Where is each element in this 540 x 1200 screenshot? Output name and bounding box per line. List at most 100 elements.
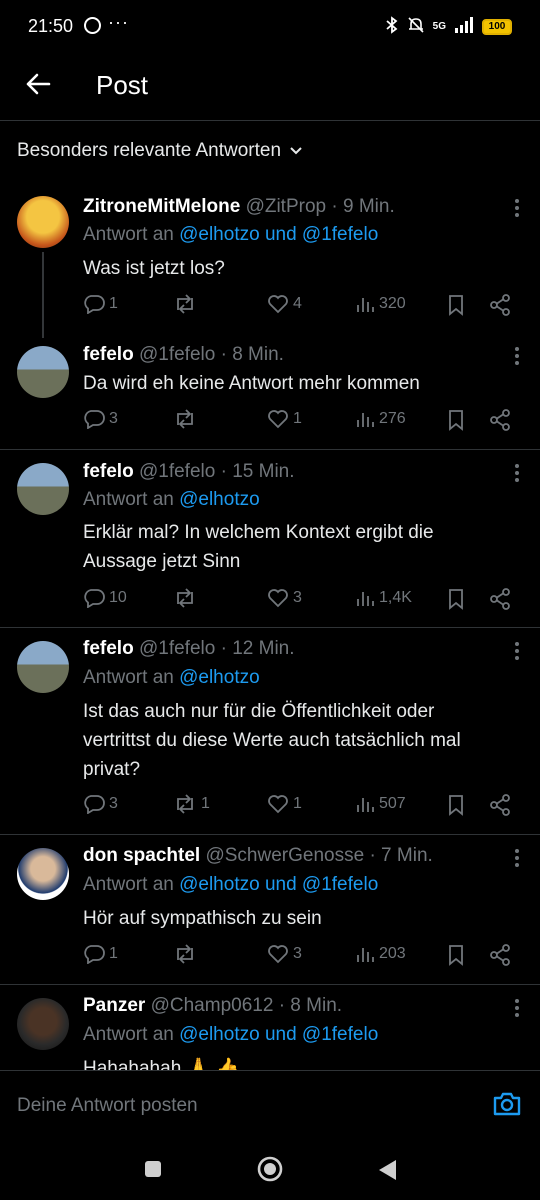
reply-context: Antwort an @elhotzo und @1fefelo: [83, 874, 378, 896]
author-name[interactable]: Panzer: [83, 995, 145, 1016]
like-button[interactable]: 3: [267, 588, 302, 608]
reply-button[interactable]: 3: [83, 409, 118, 429]
like-count: 1: [293, 795, 302, 812]
camera-icon[interactable]: [492, 1091, 522, 1122]
status-indicators: 5G 100: [385, 16, 512, 37]
recents-icon[interactable]: [144, 1160, 162, 1183]
repost-button[interactable]: [173, 588, 201, 608]
more-options-icon[interactable]: [514, 198, 520, 223]
action-bar: 3 1 276: [83, 409, 523, 437]
reply-context: Antwort an @elhotzo und @1fefelo: [83, 1024, 378, 1046]
avatar[interactable]: [17, 848, 69, 900]
battery-icon: 100: [482, 18, 512, 35]
reply-prefix: Antwort an: [83, 667, 180, 688]
avatar[interactable]: [17, 346, 69, 398]
reply-composer[interactable]: Deine Antwort posten: [0, 1070, 540, 1143]
author-name[interactable]: fefelo: [83, 638, 134, 659]
tweet-text: Was ist jetzt los?: [83, 258, 225, 279]
reply-mentions[interactable]: @elhotzo und @1fefelo: [179, 224, 378, 245]
like-button[interactable]: 1: [267, 794, 302, 814]
views-button[interactable]: 203: [355, 944, 406, 964]
reply-tweet[interactable]: don spachtel @SchwerGenosse · 7 Min. Ant…: [0, 834, 540, 985]
bookmark-icon[interactable]: [447, 294, 465, 316]
action-bar: 1 3 203: [83, 944, 523, 972]
reply-button[interactable]: 1: [83, 294, 118, 314]
repost-button[interactable]: [173, 944, 201, 964]
reply-prefix: Antwort an: [83, 489, 180, 510]
tweet-text: Da wird eh keine Antwort mehr kommen: [83, 373, 420, 394]
reply-button[interactable]: 3: [83, 794, 118, 814]
like-count: 3: [293, 589, 302, 606]
post-time: · 12 Min.: [220, 638, 295, 659]
reply-tweet[interactable]: fefelo @1fefelo · 15 Min. Antwort an @el…: [0, 449, 540, 628]
reply-context: Antwort an @elhotzo: [83, 489, 260, 511]
reply-tweet[interactable]: ZitroneMitMelone @ZitProp · 9 Min. Antwo…: [0, 182, 540, 332]
view-count: 320: [379, 295, 406, 312]
share-icon[interactable]: [489, 294, 511, 316]
views-button[interactable]: 1,4K: [355, 588, 412, 608]
reply-tweet[interactable]: Panzer @Champ0612 · 8 Min. Antwort an @e…: [0, 984, 540, 1070]
system-nav-bar: [0, 1142, 540, 1200]
share-icon[interactable]: [489, 944, 511, 966]
author-name[interactable]: ZitroneMitMelone: [83, 196, 240, 217]
more-options-icon[interactable]: [514, 641, 520, 666]
repost-count: 1: [201, 795, 210, 812]
author-name[interactable]: fefelo: [83, 461, 134, 482]
more-options-icon[interactable]: [514, 848, 520, 873]
share-icon[interactable]: [489, 409, 511, 431]
repost-button[interactable]: [173, 294, 201, 314]
reply-button[interactable]: 10: [83, 588, 127, 608]
reply-tweet[interactable]: fefelo @1fefelo · 12 Min. Antwort an @el…: [0, 627, 540, 835]
reply-mentions[interactable]: @elhotzo und @1fefelo: [179, 1024, 378, 1045]
tweet-text: Erklär mal? In welchem Kontext ergibt di…: [83, 522, 434, 572]
author-name[interactable]: fefelo: [83, 344, 134, 365]
reply-sort-dropdown[interactable]: Besonders relevante Antworten: [17, 140, 303, 162]
top-bar: Post: [0, 56, 540, 121]
repost-button[interactable]: [173, 409, 201, 429]
more-options-icon[interactable]: [514, 346, 520, 371]
home-icon[interactable]: [256, 1155, 284, 1188]
reply-input[interactable]: Deine Antwort posten: [17, 1095, 198, 1117]
reply-mentions[interactable]: @elhotzo und @1fefelo: [179, 874, 378, 895]
bluetooth-icon: [385, 16, 399, 37]
reply-tweet[interactable]: fefelo @1fefelo · 8 Min. Da wird eh kein…: [0, 332, 540, 450]
reply-mentions[interactable]: @elhotzo: [179, 489, 260, 510]
avatar[interactable]: [17, 463, 69, 515]
author-name[interactable]: don spachtel: [83, 845, 200, 866]
share-icon[interactable]: [489, 794, 511, 816]
reply-button[interactable]: 1: [83, 944, 118, 964]
views-button[interactable]: 276: [355, 409, 406, 429]
bookmark-icon[interactable]: [447, 944, 465, 966]
avatar[interactable]: [17, 641, 69, 693]
avatar[interactable]: [17, 196, 69, 248]
more-options-icon[interactable]: [514, 998, 520, 1023]
views-button[interactable]: 507: [355, 794, 406, 814]
like-button[interactable]: 4: [267, 294, 302, 314]
bookmark-icon[interactable]: [447, 588, 465, 610]
avatar[interactable]: [17, 998, 69, 1050]
view-count: 507: [379, 795, 406, 812]
reply-prefix: Antwort an: [83, 1024, 180, 1045]
view-count: 203: [379, 945, 406, 962]
reply-count: 3: [109, 795, 118, 812]
reply-prefix: Antwort an: [83, 224, 180, 245]
views-button[interactable]: 320: [355, 294, 406, 314]
more-options-icon[interactable]: [514, 463, 520, 488]
reply-mentions[interactable]: @elhotzo: [179, 667, 260, 688]
back-nav-icon[interactable]: [376, 1158, 398, 1187]
repost-button[interactable]: 1: [173, 794, 210, 814]
author-handle: @1fefelo: [138, 638, 216, 659]
reply-context: Antwort an @elhotzo und @1fefelo: [83, 224, 378, 246]
like-count: 3: [293, 945, 302, 962]
share-icon[interactable]: [489, 588, 511, 610]
bookmark-icon[interactable]: [447, 409, 465, 431]
back-arrow-icon[interactable]: [24, 70, 52, 98]
post-time: · 8 Min.: [220, 344, 284, 365]
tweet-text: Hahahahah 🙏 👍: [83, 1058, 240, 1070]
like-button[interactable]: 3: [267, 944, 302, 964]
like-button[interactable]: 1: [267, 409, 302, 429]
chevron-down-icon: [289, 140, 303, 162]
author-handle: @1fefelo: [138, 461, 216, 482]
bookmark-icon[interactable]: [447, 794, 465, 816]
author-handle: @SchwerGenosse: [205, 845, 365, 866]
